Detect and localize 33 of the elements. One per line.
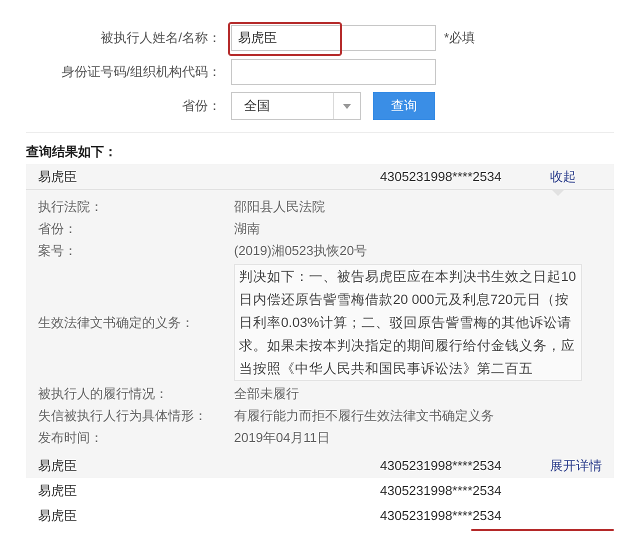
obligation-text: 判决如下：一、被告易虎臣应在本判决书生效之日起10日内偿还原告訾雪梅借款20 000元及利息720元日（按日利率0.03%计算；二、驳回原告訾雪梅的其他诉讼请求。如果未按本判决指定的期间履行给付金钱义务，应当按照《中华人民共和国民事诉讼法》第二百五 bbox=[234, 264, 582, 381]
id-number: 4305231998****2534 bbox=[380, 508, 502, 523]
province-select[interactable]: 全国 bbox=[231, 92, 361, 120]
input-field[interactable] bbox=[231, 59, 436, 85]
detail-value: 湖南 bbox=[234, 220, 260, 238]
required-note: *必填 bbox=[444, 29, 476, 47]
detail-value: 2019年04月11日 bbox=[234, 429, 330, 447]
detail-label: 发布时间： bbox=[38, 429, 104, 447]
detail-label: 被执行人的履行情况： bbox=[38, 385, 169, 403]
detail-label: 案号： bbox=[38, 242, 78, 260]
id-number: 4305231998****2534 bbox=[380, 169, 502, 184]
results-heading: 查询结果如下： bbox=[26, 143, 118, 161]
person-name: 易虎臣 bbox=[38, 506, 78, 524]
detail-label: 生效法律文书确定的义务： bbox=[38, 314, 195, 332]
detail-value: 邵阳县人民法院 bbox=[234, 198, 325, 216]
detail-value: 有履行能力而拒不履行生效法律文书确定义务 bbox=[234, 407, 494, 425]
collapse-link[interactable]: 收起 bbox=[550, 168, 576, 184]
id-number: 4305231998****2534 bbox=[380, 483, 502, 498]
input-field[interactable]: 易虎臣 bbox=[231, 25, 436, 51]
detail-value: 全部未履行 bbox=[234, 385, 299, 403]
person-name: 易虎臣 bbox=[38, 456, 78, 474]
detail-label: 失信被执行人行为具体情形： bbox=[38, 407, 208, 425]
person-name: 易虎臣 bbox=[38, 168, 78, 186]
field-label: 省份： bbox=[181, 97, 222, 115]
field-label: 被执行人姓名/名称： bbox=[99, 29, 222, 47]
expand-link[interactable]: 展开详情 bbox=[550, 458, 602, 472]
caret-icon bbox=[343, 104, 351, 108]
field-label: 身份证号码/组织机构代码： bbox=[60, 63, 222, 81]
person-name: 易虎臣 bbox=[38, 482, 78, 500]
detail-label: 省份： bbox=[38, 220, 78, 238]
detail-label: 执行法院： bbox=[38, 198, 104, 216]
id-number: 4305231998****2534 bbox=[380, 458, 502, 473]
detail-value: (2019)湘0523执恢20号 bbox=[234, 242, 367, 260]
